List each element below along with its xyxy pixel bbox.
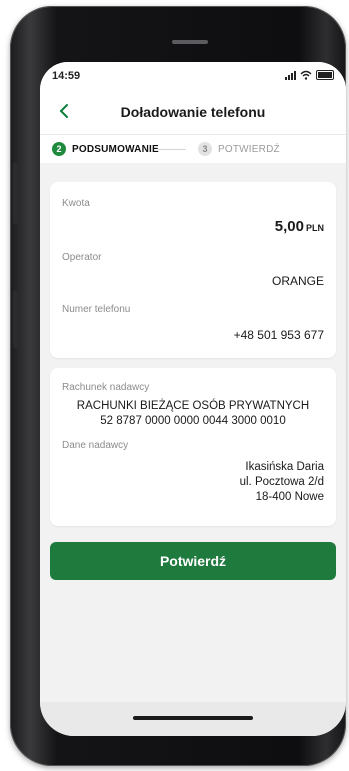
account-number: 52 8787 0000 0000 0044 3000 0010 <box>100 415 286 427</box>
step-number: 2 <box>52 142 66 156</box>
speaker-grille <box>172 40 208 44</box>
operator-value: ORANGE <box>271 274 324 288</box>
step-confirm: 3 POTWIERDŹ <box>198 142 280 156</box>
sender-city: 18-400 Nowe <box>255 491 324 503</box>
status-time: 14:59 <box>52 70 81 82</box>
step-label: PODSUMOWANIE <box>72 143 159 155</box>
sender-card: Rachunek nadawcy RACHUNKI BIEŻĄCE OSÓB P… <box>50 368 336 526</box>
status-icons <box>285 70 334 80</box>
step-label: POTWIERDŹ <box>218 143 280 155</box>
phone-label: Numer telefonu <box>62 304 131 315</box>
stepper: 2 PODSUMOWANIE 3 POTWIERDŹ <box>40 134 346 163</box>
confirm-button[interactable]: Potwierdź <box>50 542 336 580</box>
status-bar: 14:59 <box>40 62 346 90</box>
battery-icon <box>316 70 334 80</box>
operator-label: Operator <box>62 252 102 263</box>
sender-address: Ikasińska Daria ul. Pocztowa 2/d 18-400 … <box>240 460 324 505</box>
system-nav-bar <box>40 702 346 736</box>
account-label: Rachunek nadawcy <box>62 382 150 393</box>
signal-icon <box>285 70 296 80</box>
account-name: RACHUNKI BIEŻĄCE OSÓB PRYWATNYCH <box>76 400 310 412</box>
sender-name: Ikasińska Daria <box>245 461 324 473</box>
phone-value: +48 501 953 677 <box>233 328 324 342</box>
screen: 14:59 Doładowanie telefonu 2 PODSUMOWANI… <box>40 62 346 736</box>
step-divider <box>158 149 186 150</box>
page-title: Doładowanie telefonu <box>120 104 266 120</box>
sender-street: ul. Pocztowa 2/d <box>239 476 324 488</box>
step-number: 3 <box>198 142 212 156</box>
wifi-icon <box>300 70 312 80</box>
step-summary: 2 PODSUMOWANIE <box>52 142 159 156</box>
summary-card: Kwota 5,00 PLN Operator ORANGE Numer tele… <box>50 182 336 358</box>
app-header: Doładowanie telefonu <box>40 90 346 134</box>
amount-number: 5,00 <box>274 218 304 235</box>
phone-frame: 14:59 Doładowanie telefonu 2 PODSUMOWANI… <box>10 6 346 766</box>
volume-button <box>13 162 18 224</box>
sender-data-label: Dane nadawcy <box>62 440 129 451</box>
amount-currency: PLN <box>306 223 324 233</box>
volume-button-2 <box>13 290 18 348</box>
amount-value: 5,00 PLN <box>275 218 324 235</box>
home-indicator[interactable] <box>133 716 253 720</box>
amount-label: Kwota <box>62 198 90 209</box>
